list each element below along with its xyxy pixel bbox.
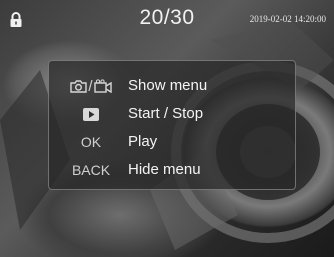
camera-icon [70, 80, 88, 93]
menu-row-start-stop[interactable]: Start / Stop [49, 101, 295, 127]
help-menu: / Show menu Start / Stop OK Play BACK Hi… [48, 60, 296, 190]
menu-label-hide-menu: Hide menu [128, 161, 201, 178]
camera-screen: 20/30 2019-02-02 14:20:00 / Show menu St… [0, 0, 334, 257]
key-ok-label: OK [80, 134, 102, 150]
key-back-label: BACK [71, 162, 111, 178]
video-camera-icon [93, 79, 112, 93]
key-back: BACK [59, 157, 123, 183]
menu-row-play[interactable]: OK Play [49, 129, 295, 155]
key-ok: OK [59, 129, 123, 155]
menu-label-show-menu: Show menu [128, 77, 208, 94]
play-icon [83, 107, 99, 121]
menu-row-hide-menu[interactable]: BACK Hide menu [49, 157, 295, 183]
status-bar: 20/30 2019-02-02 14:20:00 [0, 0, 334, 34]
menu-label-start-stop: Start / Stop [128, 105, 204, 122]
key-separator: / [88, 77, 93, 95]
key-play [59, 101, 123, 127]
menu-row-show-menu[interactable]: / Show menu [49, 73, 295, 99]
menu-label-play: Play [128, 133, 158, 150]
date-time: 2019-02-02 14:20:00 [249, 14, 326, 24]
key-camera-video: / [59, 73, 123, 99]
